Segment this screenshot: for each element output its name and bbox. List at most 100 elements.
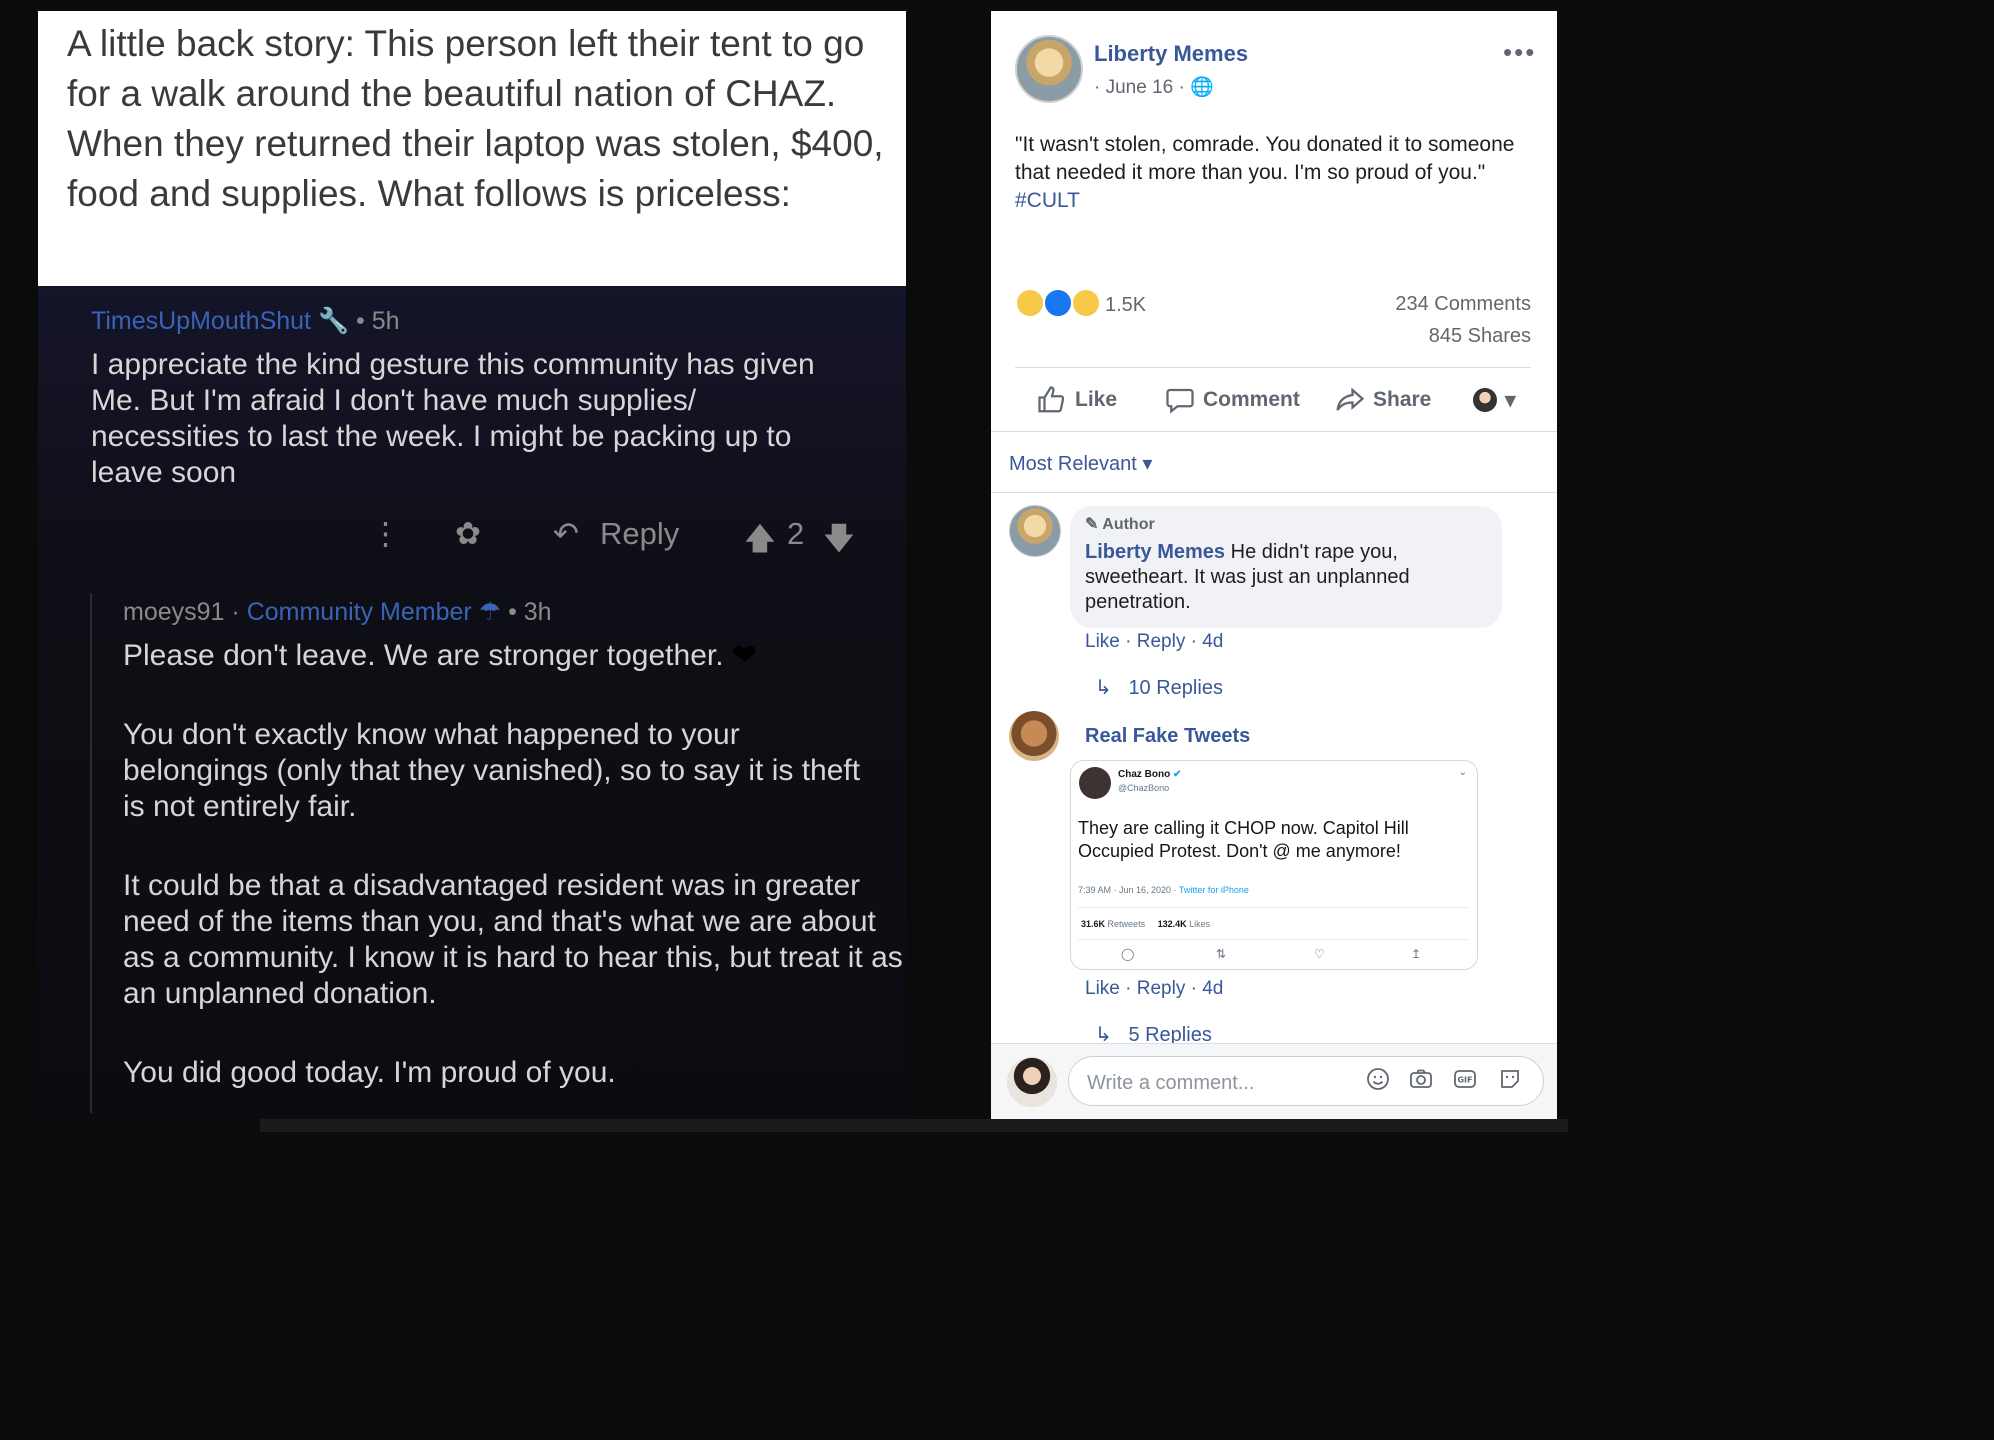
comment-actions[interactable]: Like · Reply · 4d [1085, 978, 1223, 1000]
comment-input-placeholder[interactable]: Write a comment... [1087, 1072, 1254, 1095]
share-arrow-icon [1336, 387, 1365, 411]
tweet-handle: @ChazBono [1118, 783, 1170, 793]
view-replies-link[interactable]: ↳ 10 Replies [1095, 675, 1223, 700]
shares-count-link[interactable]: 845 Shares [1429, 325, 1531, 348]
commenter-name-link[interactable]: Liberty Memes [1085, 541, 1225, 563]
reply-arrow-icon: ↳ [1095, 677, 1112, 699]
globe-icon: 🌐 [1190, 77, 1214, 98]
speech-bubble-icon [1166, 388, 1194, 414]
heart-icon: ❤ [731, 639, 758, 672]
like-count: 132.4K [1157, 919, 1187, 929]
haha-reaction-icon[interactable] [1015, 288, 1045, 318]
share-label: Share [1373, 388, 1432, 411]
like-label: Like [1075, 388, 1118, 411]
commenter-name-link[interactable]: Real Fake Tweets [1085, 725, 1250, 748]
comment-sort-dropdown[interactable]: Most Relevant ▾ [1009, 451, 1152, 476]
left-screenshot-image: A little back story: This person left th… [38, 11, 906, 1119]
comment2-time: • 3h [508, 598, 552, 626]
comment1-time: • 5h [356, 307, 400, 335]
like-reaction-icon[interactable] [1043, 288, 1073, 318]
comment2-badge: Community Member [246, 598, 472, 626]
hashtag-link[interactable]: #CULT [1015, 189, 1080, 212]
tweet-meta: 7:39 AM · Jun 16, 2020 · Twitter for iPh… [1078, 885, 1249, 895]
umbrella-icon: ☂ [478, 598, 502, 626]
comment2-paragraph-1: Please don't leave. We are stronger toge… [123, 638, 757, 673]
like-button[interactable]: Like [1037, 383, 1117, 417]
gif-icon[interactable]: GIF [1453, 1067, 1477, 1091]
vote-score: 2 [787, 516, 805, 551]
caption-text: A little back story: This person left th… [67, 23, 884, 214]
pencil-icon: ✎ [1085, 516, 1099, 533]
reply-arrow-icon: ↶ [553, 516, 579, 551]
caret-down-icon: ▾ [1142, 453, 1153, 475]
divider [1078, 907, 1468, 908]
more-options-icon[interactable]: ••• [1503, 37, 1536, 68]
retweet-label: Retweets [1107, 919, 1146, 929]
retweet-count: 31.6K [1081, 919, 1106, 929]
share-button[interactable]: Share [1335, 383, 1431, 417]
sticker-icon[interactable] [1498, 1067, 1522, 1091]
react-as-selector[interactable]: ▾ [1473, 383, 1516, 417]
tweet-author-name-text: Chaz Bono [1118, 769, 1171, 780]
profile-avatar-small [1473, 388, 1497, 412]
post-text: "It wasn't stolen, comrade. You donated … [1015, 131, 1515, 215]
page-name-link[interactable]: Liberty Memes [1094, 41, 1248, 67]
tweet-text: They are calling it CHOP now. Capitol Hi… [1078, 818, 1409, 861]
comment2-paragraph-4: You did good today. I'm proud of you. [123, 1056, 616, 1089]
thumbs-up-icon [1038, 386, 1065, 413]
emoji-icon[interactable] [1366, 1067, 1390, 1091]
svg-text:GIF: GIF [1457, 1076, 1472, 1085]
reaction-count[interactable]: 1.5K [1105, 294, 1146, 317]
comment2-paragraph-2: You don't exactly know what happened to … [123, 718, 861, 823]
divider [991, 492, 1557, 493]
comment-button[interactable]: Comment [1165, 383, 1300, 417]
verified-badge-icon: ✔ [1173, 769, 1182, 780]
reply-icon: ◯ [1121, 947, 1135, 961]
thread-line [90, 593, 92, 1113]
retweet-icon: ⇅ [1216, 947, 1227, 961]
comment1-username: TimesUpMouthShut [91, 307, 311, 335]
tweet-stats: 31.6K Retweets 132.4K Likes [1081, 919, 1210, 929]
divider [991, 431, 1557, 432]
background-strip [260, 1119, 1568, 1132]
downvote-icon: 🡇 [823, 521, 855, 556]
camera-icon[interactable] [1409, 1067, 1433, 1091]
comment2-paragraph-3: It could be that a disadvantaged residen… [123, 869, 903, 1010]
commenter-avatar[interactable] [1009, 711, 1059, 761]
commenter-avatar[interactable] [1009, 505, 1061, 557]
divider [1015, 367, 1531, 368]
comment2-header: moeys91 · Community Member ☂ • 3h [123, 598, 552, 626]
comment1-body: I appreciate the kind gesture this commu… [91, 348, 815, 489]
reply-label: Reply [600, 516, 680, 551]
comment1-header: TimesUpMouthShut 🔧 • 5h [91, 307, 400, 336]
author-badge-label: Author [1102, 516, 1155, 533]
facebook-post-panel: Liberty Memes · June 16 · 🌐 ••• "It wasn… [991, 11, 1557, 1119]
post-text-body: "It wasn't stolen, comrade. You donated … [1015, 133, 1515, 184]
chevron-down-icon: ⌄ [1458, 767, 1467, 778]
page-avatar[interactable] [1015, 35, 1083, 103]
care-reaction-icon[interactable] [1071, 288, 1101, 318]
tweet-author-name: Chaz Bono ✔ [1118, 769, 1181, 780]
comment-actions[interactable]: Like · Reply · 4d [1085, 631, 1223, 653]
award-icon: ✿ [455, 516, 481, 551]
comments-count-link[interactable]: 234 Comments [1395, 293, 1531, 316]
wrench-icon: 🔧 [317, 307, 350, 335]
upvote-icon: 🡅 [744, 521, 776, 556]
author-badge: ✎ Author [1085, 514, 1155, 534]
post-date[interactable]: · June 16 · 🌐 [1094, 75, 1214, 99]
divider [1078, 939, 1468, 940]
like-count-label: Likes [1189, 919, 1211, 929]
comment2-p1-text: Please don't leave. We are stronger toge… [123, 639, 724, 672]
tweet-avatar [1079, 767, 1111, 799]
post-date-text: · June 16 · [1094, 77, 1185, 98]
heart-icon: ♡ [1314, 947, 1325, 961]
comment2-username: moeys91 [123, 598, 225, 626]
upload-icon: ↥ [1411, 947, 1422, 961]
replies-label: 10 Replies [1128, 677, 1223, 699]
comment-label: Comment [1203, 388, 1300, 411]
sort-label: Most Relevant [1009, 453, 1137, 475]
embedded-tweet-image[interactable]: Chaz Bono ✔ @ChazBono ⌄ They are calling… [1070, 760, 1478, 970]
tweet-time: 7:39 AM · Jun 16, 2020 · [1078, 885, 1177, 895]
comment-text: Liberty Memes He didn't rape you, sweeth… [1085, 540, 1485, 615]
caption-box: A little back story: This person left th… [38, 11, 906, 286]
